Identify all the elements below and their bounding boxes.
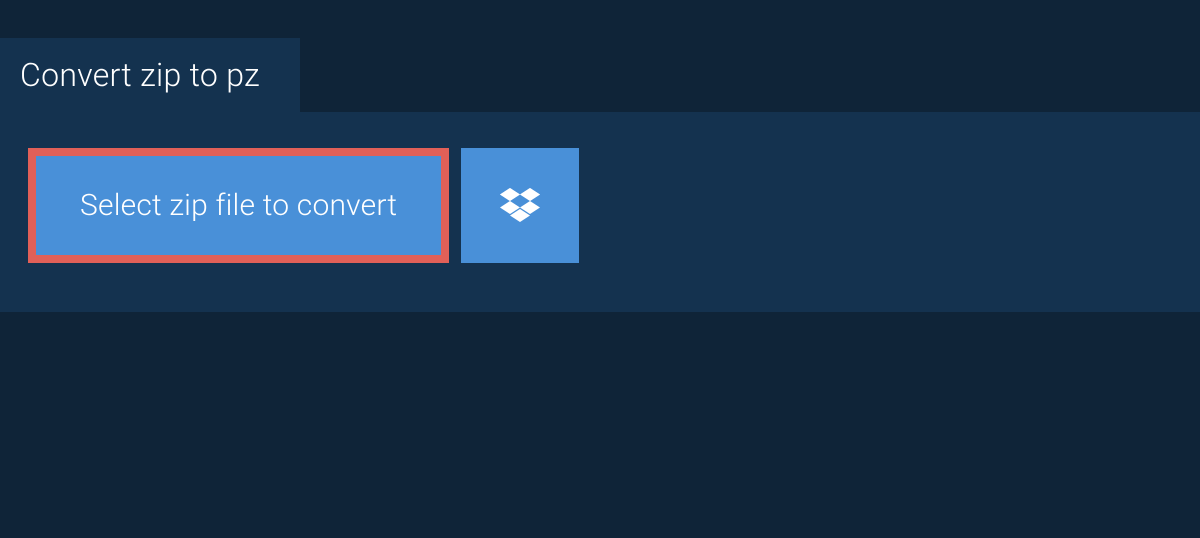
tab-convert[interactable]: Convert zip to pz	[0, 38, 300, 112]
dropbox-button[interactable]	[461, 148, 579, 263]
main-panel: Select zip file to convert	[0, 112, 1200, 312]
select-file-button[interactable]: Select zip file to convert	[28, 148, 449, 263]
dropbox-icon	[500, 188, 540, 224]
tab-label: Convert zip to pz	[20, 56, 260, 94]
button-row: Select zip file to convert	[28, 148, 1172, 263]
select-file-label: Select zip file to convert	[80, 188, 397, 223]
tab-bar: Convert zip to pz	[0, 38, 1200, 112]
